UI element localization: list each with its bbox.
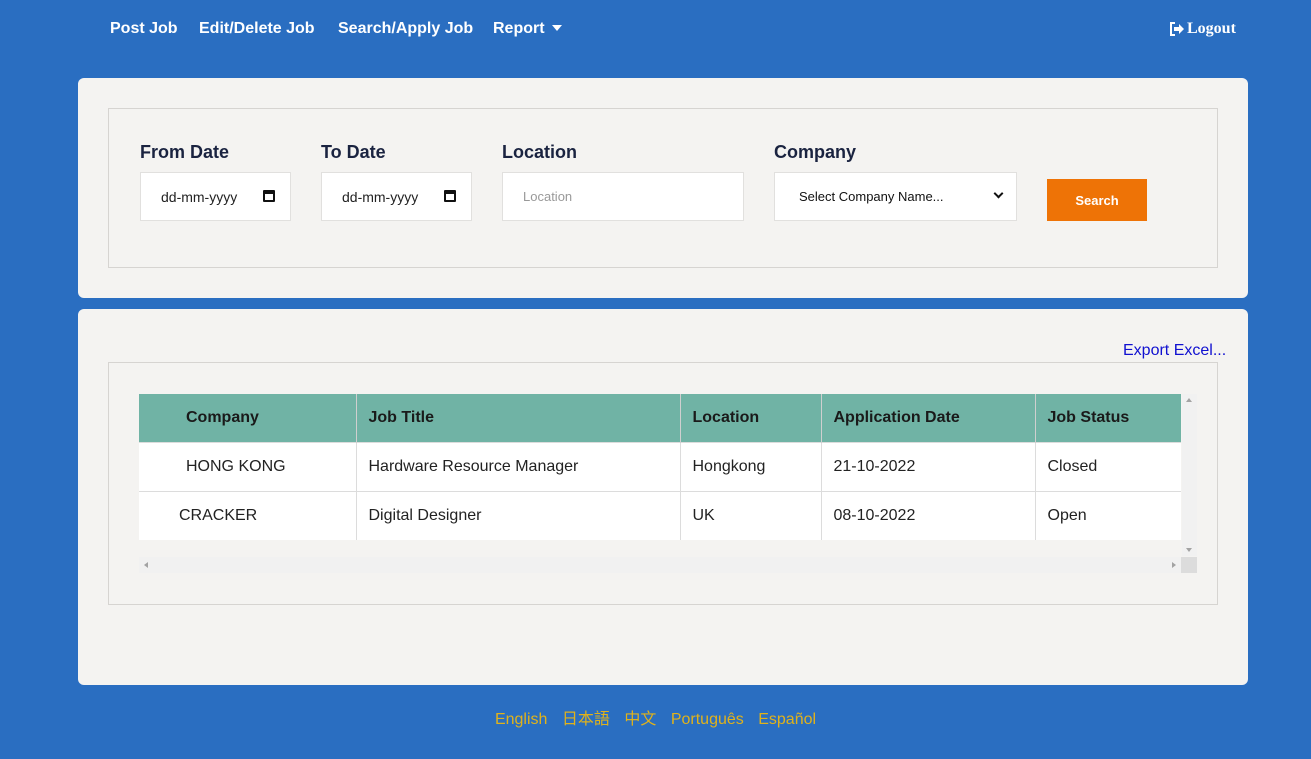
from-date-label: From Date bbox=[140, 142, 230, 162]
calendar-icon[interactable] bbox=[444, 190, 456, 202]
cell-job-status: Closed bbox=[1035, 441, 1181, 491]
table-header-row: Company Job Title Location Application D… bbox=[139, 394, 1181, 442]
to-date-label: To Date bbox=[321, 142, 386, 162]
company-select[interactable]: Select Company Name... bbox=[774, 172, 1017, 221]
scroll-up-arrow-icon[interactable] bbox=[1186, 398, 1192, 402]
location-label: Location bbox=[502, 142, 577, 162]
top-navbar: Post Job Edit/Delete Job Search/Apply Jo… bbox=[0, 0, 1311, 60]
column-header-location[interactable]: Location bbox=[680, 394, 822, 442]
language-spanish[interactable]: Español bbox=[758, 711, 816, 728]
nav-report-label: Report bbox=[493, 20, 545, 37]
company-label: Company bbox=[774, 142, 857, 162]
cell-job-title: Digital Designer bbox=[356, 490, 681, 540]
language-japanese[interactable]: 日本語 bbox=[562, 711, 610, 728]
logout-button[interactable]: Logout bbox=[1169, 20, 1236, 38]
vertical-scrollbar[interactable] bbox=[1182, 394, 1197, 556]
search-button[interactable]: Search bbox=[1047, 179, 1147, 221]
filter-form-box: From Date dd-mm-yyyy To Date dd-mm-yyyy … bbox=[108, 108, 1218, 268]
results-table-box: Company Job Title Location Application D… bbox=[108, 362, 1218, 605]
nav-edit-delete-job[interactable]: Edit/Delete Job bbox=[199, 20, 315, 38]
chevron-down-icon bbox=[993, 188, 1004, 199]
cell-job-title: Hardware Resource Manager bbox=[356, 441, 681, 491]
nav-search-apply-job[interactable]: Search/Apply Job bbox=[338, 20, 473, 38]
calendar-icon[interactable] bbox=[263, 190, 275, 202]
cell-location: Hongkong bbox=[680, 441, 822, 491]
scrollbar-corner bbox=[1181, 557, 1197, 573]
cell-application-date: 08-10-2022 bbox=[821, 490, 1036, 540]
horizontal-scrollbar[interactable] bbox=[139, 557, 1181, 573]
results-panel: Export Excel... Company Job Title Locati… bbox=[78, 309, 1248, 685]
scroll-right-arrow-icon[interactable] bbox=[1172, 562, 1176, 568]
table-row[interactable]: CRACKER Digital Designer UK 08-10-2022 O… bbox=[139, 490, 1181, 540]
to-date-input[interactable]: dd-mm-yyyy bbox=[321, 172, 472, 221]
language-portuguese[interactable]: Português bbox=[671, 711, 744, 728]
caret-down-icon bbox=[551, 24, 562, 31]
cell-application-date: 21-10-2022 bbox=[821, 441, 1036, 491]
language-english[interactable]: English bbox=[495, 711, 547, 728]
language-switcher: English 日本語 中文 Português Español bbox=[0, 705, 1311, 729]
search-filter-panel: From Date dd-mm-yyyy To Date dd-mm-yyyy … bbox=[78, 78, 1248, 298]
language-chinese[interactable]: 中文 bbox=[624, 711, 656, 728]
column-header-company[interactable]: Company bbox=[139, 394, 357, 442]
location-placeholder: Location bbox=[523, 189, 573, 204]
nav-report-dropdown[interactable]: Report bbox=[493, 20, 562, 38]
cell-job-status: Open bbox=[1035, 490, 1181, 540]
results-table: Company Job Title Location Application D… bbox=[139, 394, 1181, 540]
scroll-left-arrow-icon[interactable] bbox=[144, 562, 148, 568]
column-header-application-date[interactable]: Application Date bbox=[821, 394, 1036, 442]
sign-out-icon bbox=[1170, 22, 1184, 36]
column-header-job-status[interactable]: Job Status bbox=[1035, 394, 1181, 442]
company-select-value: Select Company Name... bbox=[799, 189, 944, 204]
scroll-down-arrow-icon[interactable] bbox=[1186, 548, 1192, 552]
location-input[interactable]: Location bbox=[502, 172, 744, 221]
cell-company: CRACKER bbox=[139, 490, 357, 540]
from-date-input[interactable]: dd-mm-yyyy bbox=[140, 172, 291, 221]
to-date-value: dd-mm-yyyy bbox=[342, 188, 419, 205]
column-header-job-title[interactable]: Job Title bbox=[356, 394, 681, 442]
logout-label: Logout bbox=[1187, 20, 1236, 37]
table-row[interactable]: HONG KONG Hardware Resource Manager Hong… bbox=[139, 441, 1181, 491]
from-date-value: dd-mm-yyyy bbox=[161, 188, 238, 205]
cell-company: HONG KONG bbox=[139, 441, 357, 491]
cell-location: UK bbox=[680, 490, 822, 540]
export-excel-link[interactable]: Export Excel... bbox=[1123, 342, 1226, 360]
nav-post-job[interactable]: Post Job bbox=[110, 20, 178, 38]
